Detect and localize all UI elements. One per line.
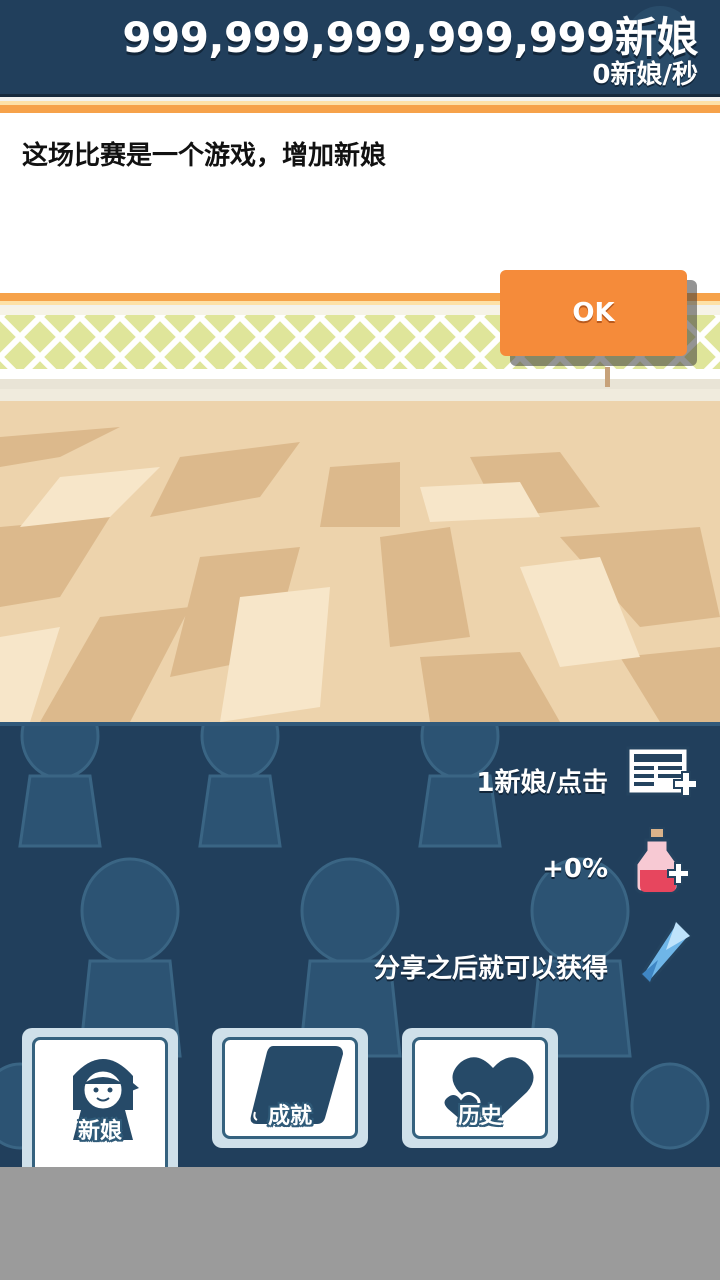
- bride-icon: [73, 1059, 139, 1140]
- nav-brides-face: 新娘: [32, 1037, 168, 1167]
- crystal-icon[interactable]: [636, 920, 692, 988]
- nav-achievements-button[interactable]: 成就: [212, 1028, 368, 1148]
- nav-achievements-label: 成就: [267, 1104, 312, 1129]
- system-bottom-area: [0, 1167, 720, 1280]
- ok-button[interactable]: OK: [500, 270, 687, 356]
- top-status-bar: 999,999,999,999,999新娘 0新娘/秒: [0, 0, 720, 97]
- game-scene[interactable]: 这场比赛是一个游戏，增加新娘 OK: [0, 97, 720, 722]
- share-reward-stat: 分享之后就可以获得: [373, 954, 608, 984]
- potion-plus-icon[interactable]: [632, 826, 692, 898]
- newspaper-plus-icon[interactable]: [626, 744, 696, 806]
- nav-history-face: 历史: [412, 1037, 548, 1139]
- brides-per-second: 0新娘/秒: [592, 60, 698, 90]
- nav-brides-button[interactable]: 新娘: [22, 1028, 178, 1167]
- dialog-message: 这场比赛是一个游戏，增加新娘: [22, 141, 387, 171]
- ok-button-wrapper: OK: [500, 270, 697, 366]
- per-tap-stat: 1新娘/点击: [476, 768, 608, 798]
- nav-achievements-face: 成就: [222, 1037, 358, 1139]
- nav-history-button[interactable]: 历史: [402, 1028, 558, 1148]
- nav-history-label: 历史: [457, 1104, 502, 1129]
- nav-brides-label: 新娘: [77, 1119, 122, 1144]
- bottom-panel: 1新娘/点击 +0% 分享之后就可以获得 新娘 成就 历史: [0, 722, 720, 1167]
- bonus-stat: +0%: [542, 854, 608, 884]
